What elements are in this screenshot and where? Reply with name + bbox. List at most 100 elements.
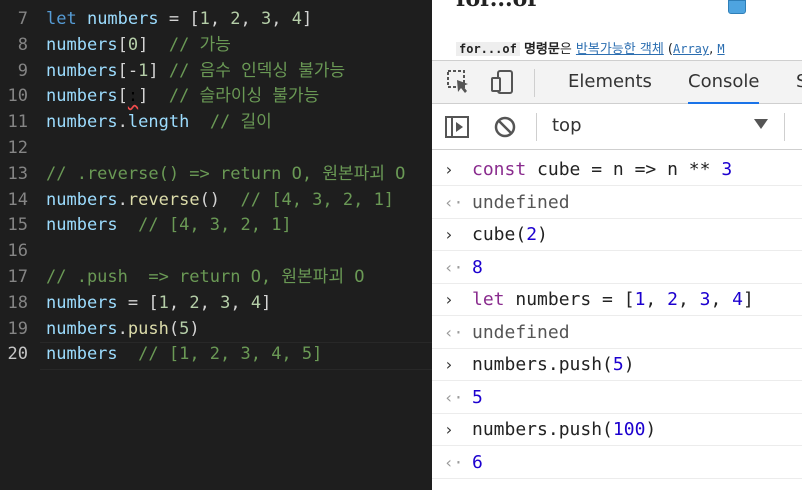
- tab-sources[interactable]: S: [796, 61, 802, 103]
- code-token: // 음수 인덱싱 불가능: [168, 60, 346, 81]
- console-output[interactable]: › const cube = n => n ** 3 ‹· undefined › cub…: [432, 150, 802, 490]
- code-token: .: [117, 112, 128, 133]
- console-input-row: › numbers.push(100): [432, 414, 802, 446]
- line-number: 20: [7, 344, 28, 365]
- console-token: n: [667, 159, 689, 180]
- chevron-down-icon[interactable]: [754, 119, 768, 129]
- code-token: .: [117, 189, 128, 210]
- sidebar-toggle-icon[interactable]: [444, 114, 470, 140]
- tab-console[interactable]: Console: [688, 61, 760, 104]
- console-token: cube(: [472, 224, 527, 245]
- code-token: 4: [250, 292, 262, 313]
- code-token: push: [127, 318, 169, 339]
- code-token: // [4, 3, 2, 1]: [240, 189, 395, 210]
- code-token: numbers: [46, 34, 118, 55]
- code-token: = [: [158, 9, 200, 29]
- console-token: **: [688, 159, 722, 180]
- console-token: =>: [634, 159, 668, 180]
- code-token: // 슬라이싱 불가능: [168, 86, 320, 107]
- code-token: numbers: [46, 292, 118, 313]
- line-number: 8: [17, 34, 28, 55]
- code-token: [: [117, 60, 128, 81]
- tab-elements[interactable]: Elements: [568, 61, 652, 103]
- console-token: 3: [721, 159, 733, 180]
- bookmark-icon[interactable]: [728, 0, 746, 14]
- console-token: 3: [699, 289, 711, 310]
- code-token: reverse: [127, 189, 200, 210]
- return-arrow-icon: ‹·: [444, 322, 464, 342]
- code-token: numbers: [46, 318, 118, 339]
- console-token: 8: [472, 256, 483, 278]
- console-token: numbers.push(: [472, 354, 613, 375]
- console-result-row: ‹· 6: [432, 447, 802, 479]
- code-text: numbers.reverse() // [4, 3, 2, 1]: [46, 187, 394, 213]
- return-arrow-icon: ‹·: [444, 452, 464, 472]
- code-token: let: [46, 9, 87, 29]
- inspect-element-icon[interactable]: [446, 69, 472, 95]
- code-token: 4: [291, 9, 303, 29]
- console-result-row: ‹· undefined: [432, 317, 802, 349]
- code-token: = [: [117, 292, 159, 313]
- line-number: 16: [7, 241, 28, 262]
- code-token: numbers: [46, 344, 118, 365]
- console-text: numbers.push(100): [472, 414, 656, 446]
- code-text: numbers.length // 길이: [46, 109, 272, 135]
- code-text: numbers[:] // 슬라이싱 불가능: [46, 83, 319, 109]
- line-number: 18: [7, 292, 28, 313]
- console-token: 100: [612, 419, 646, 440]
- code-token: ,: [209, 9, 231, 29]
- toolbar-separator: [536, 113, 537, 141]
- code-token: 3: [220, 292, 231, 313]
- device-toolbar-icon[interactable]: [490, 69, 516, 95]
- console-text: numbers.push(5): [472, 349, 635, 381]
- code-token: ,: [240, 9, 262, 29]
- console-result-row: ‹· 8: [432, 252, 802, 284]
- console-input-row: › cube(2): [432, 219, 802, 251]
- console-token: ]: [743, 289, 754, 310]
- code-token: ,: [199, 292, 221, 313]
- code-token: // .reverse() => return O, 원본파괴 O: [46, 163, 406, 184]
- console-token: ): [623, 354, 635, 375]
- page-title: for...of: [456, 0, 537, 12]
- return-arrow-icon: ‹·: [444, 257, 464, 277]
- line-number: 19: [7, 318, 28, 339]
- code-token: ]: [148, 60, 169, 81]
- code-token: // [1, 2, 3, 4, 5]: [138, 344, 323, 365]
- code-token: numbers: [86, 9, 159, 29]
- code-token: ,: [168, 292, 190, 313]
- code-editor[interactable]: 7 let numbers = [1, 2, 3, 4] 8 numbers[0] /…: [0, 0, 432, 490]
- context-selector[interactable]: top: [552, 115, 582, 136]
- code-token: ): [189, 318, 200, 339]
- prompt-chevron-icon: ›: [444, 160, 454, 179]
- code-text: numbers[-1] // 음수 인덱싱 불가능: [46, 58, 345, 84]
- console-input-row: › let numbers = [1, 2, 3, 4]: [432, 284, 802, 316]
- console-text: let numbers = [1, 2, 3, 4]: [472, 284, 754, 316]
- line-number: 13: [7, 163, 28, 184]
- code-token: 1: [158, 292, 169, 313]
- code-text: numbers // [1, 2, 3, 4, 5]: [46, 341, 322, 367]
- console-token: undefined: [472, 321, 570, 343]
- console-token: ,: [710, 289, 733, 310]
- iterable-link[interactable]: 반복가능한 객체: [576, 42, 664, 57]
- console-text: 5: [472, 382, 483, 414]
- map-link[interactable]: M: [717, 42, 724, 56]
- code-token: numbers: [46, 86, 118, 107]
- console-token: ,: [677, 289, 700, 310]
- page-paragraph: for...of 명령문은 반복가능한 객체 (Array, M: [456, 38, 725, 57]
- code-token: numbers: [46, 189, 118, 210]
- code-text: numbers = [1, 2, 3, 4]: [46, 290, 271, 316]
- return-arrow-icon: ‹·: [444, 192, 464, 212]
- code-token: ,: [271, 9, 292, 29]
- clear-console-icon[interactable]: [492, 114, 518, 140]
- console-token: 4: [732, 289, 744, 310]
- console-text: cube(2): [472, 219, 548, 251]
- line-number: 12: [7, 138, 28, 158]
- code-token: // 길이: [209, 112, 272, 133]
- code-token: // [4, 3, 2, 1]: [138, 215, 292, 236]
- console-token: ): [537, 224, 548, 245]
- array-link[interactable]: Array: [673, 42, 709, 56]
- code-token: 0: [127, 34, 139, 55]
- console-result-row: ‹· 5: [432, 382, 802, 414]
